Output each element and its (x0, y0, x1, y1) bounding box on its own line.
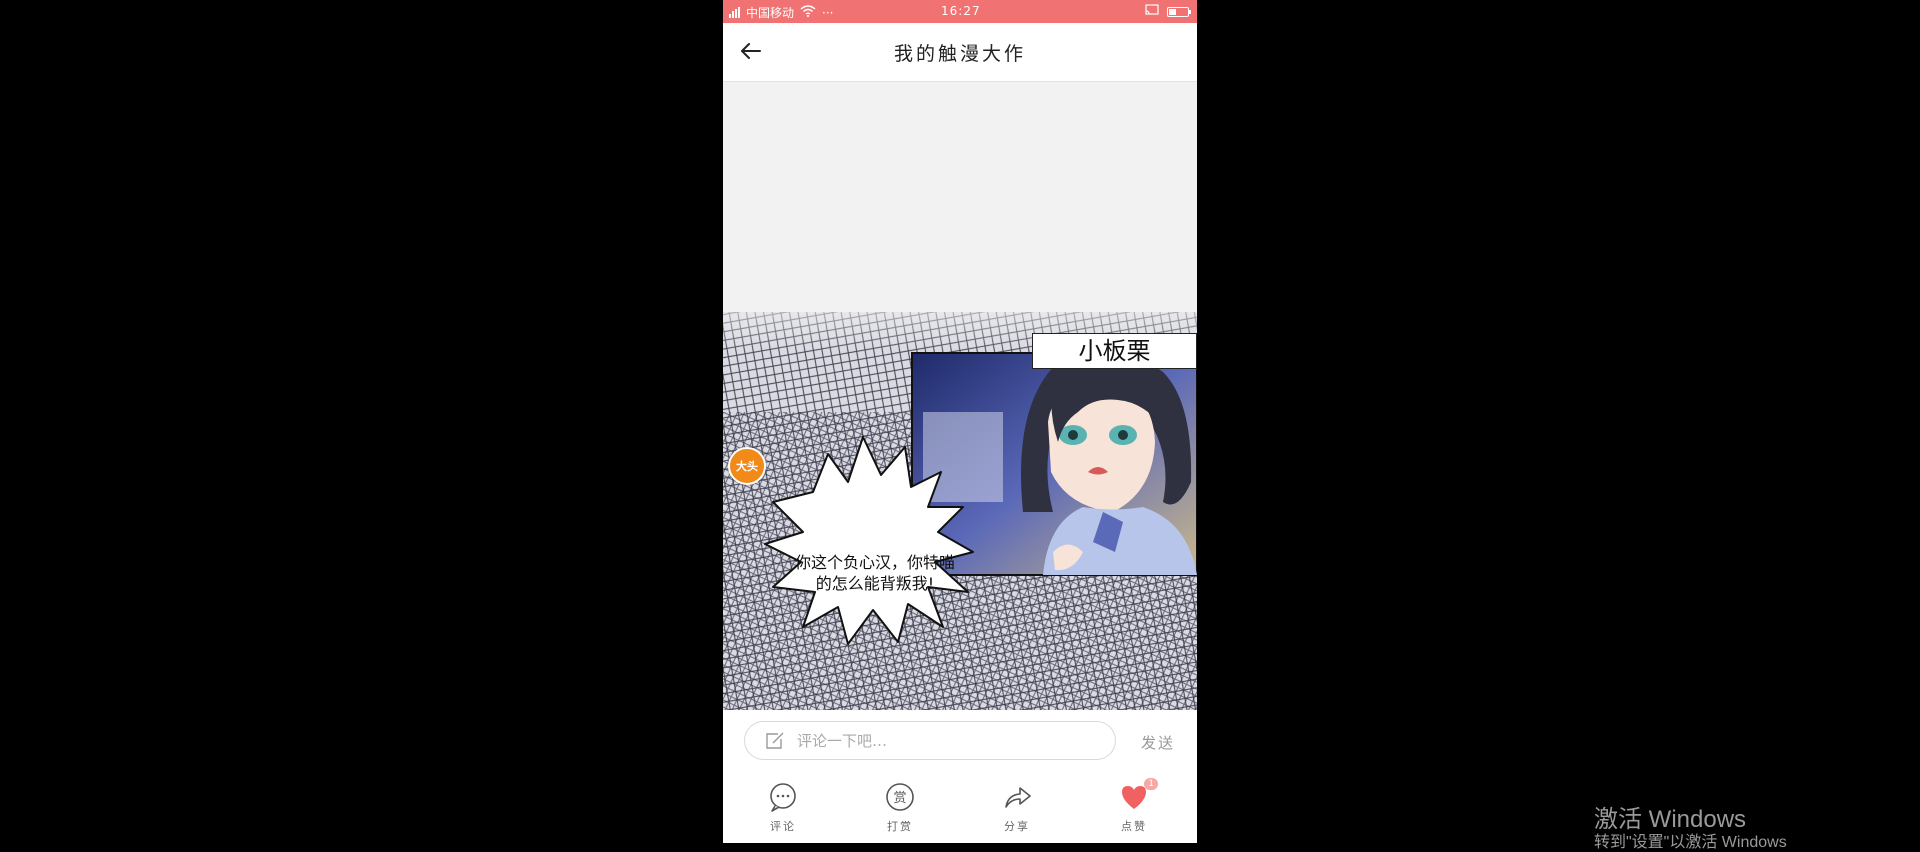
status-time: 16:27 (941, 4, 981, 18)
speech-bubble-text: 你这个负心汉，你特喵的怎么能背叛我! (795, 553, 956, 593)
reward-action-label: 打赏 (887, 820, 913, 833)
like-action[interactable]: 1 点赞 (1104, 778, 1164, 834)
comic-canvas: 小板栗 大头 你这个负心汉，你特喵的怎么能背叛我! (723, 82, 1197, 710)
status-left: 中国移动 ··· (729, 4, 833, 21)
status-bar: 中国移动 ··· 16:27 (723, 0, 1197, 23)
character-name-tag: 小板栗 (1032, 333, 1197, 369)
comic-panel-art (723, 282, 1197, 710)
page-title: 我的触漫大作 (893, 43, 1026, 65)
send-button[interactable]: 发送 (1141, 732, 1175, 753)
share-action-label: 分享 (1004, 820, 1030, 833)
status-right (1145, 4, 1191, 19)
like-count-badge: 1 (1144, 778, 1158, 790)
edit-icon (765, 732, 785, 750)
action-bar: 评论 赏 打赏 分享 1 点赞 (723, 772, 1197, 843)
signal-icon (729, 7, 740, 18)
reward-icon-char: 赏 (893, 791, 906, 806)
windows-activation-subtext: 转到"设置"以激活 Windows (1594, 834, 1787, 851)
more-dots: ··· (822, 5, 834, 20)
comment-action-label: 评论 (770, 820, 796, 833)
title-bar: 我的触漫大作 (723, 23, 1197, 82)
share-action[interactable]: 分享 (987, 780, 1047, 834)
comment-row: 评论一下吧… 发送 (723, 710, 1197, 772)
reward-action[interactable]: 赏 打赏 (870, 780, 930, 834)
comment-input[interactable]: 评论一下吧… (744, 721, 1116, 760)
comment-action[interactable]: 评论 (753, 780, 813, 834)
comment-placeholder: 评论一下吧… (797, 732, 888, 750)
cast-icon (1145, 4, 1159, 19)
battery-icon (1167, 6, 1191, 17)
logo-sticker[interactable]: 大头 (728, 447, 766, 485)
carrier-label: 中国移动 (746, 6, 795, 20)
wifi-icon (800, 5, 816, 20)
comment-bubble-icon (770, 783, 796, 812)
reward-icon: 赏 (886, 783, 914, 811)
share-arrow-icon (1005, 787, 1031, 808)
phone-screen: 中国移动 ··· 16:27 我的触漫大作 小板栗 大头 你这个负心汉，你特喵的… (723, 0, 1197, 843)
like-action-label: 点赞 (1121, 820, 1147, 833)
